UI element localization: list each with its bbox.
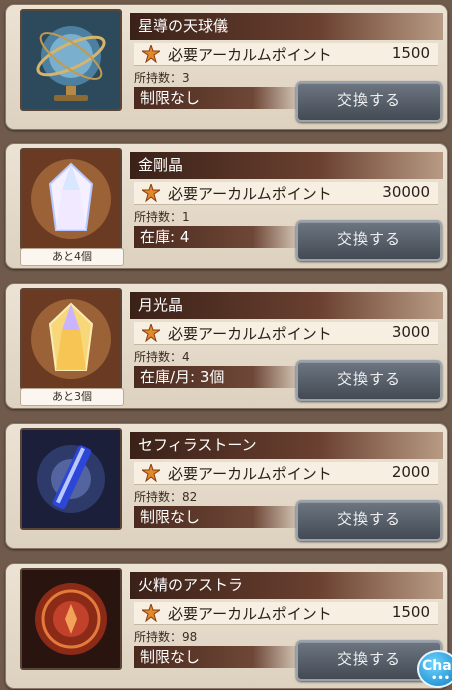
exchange-button[interactable]: 交換する	[296, 220, 442, 261]
stock-remaining-tag: あと4個	[20, 248, 124, 266]
limit-status: 制限なし	[134, 646, 304, 668]
chat-button[interactable]: Chat •••	[417, 650, 452, 688]
cost-row: 必要アーカルムポイント 1500	[134, 602, 438, 625]
item-name: 月光晶	[130, 292, 443, 319]
cost-value: 1500	[391, 603, 430, 621]
shop-item-card: あと3個 月光晶 必要アーカルムポイント 3000 所持数：4 在庫/月: 3個…	[5, 283, 448, 409]
shop-item-card: 火精のアストラ 必要アーカルムポイント 1500 所持数：98 制限なし 交換す…	[5, 563, 448, 689]
cost-value: 1500	[391, 44, 430, 62]
item-name: セフィラストーン	[130, 432, 443, 459]
cost-row: 必要アーカルムポイント 3000	[134, 322, 438, 345]
limit-status: 在庫: 4	[134, 226, 304, 248]
arcarum-point-icon	[142, 45, 160, 63]
cost-label: 必要アーカルムポイント	[168, 185, 332, 203]
exchange-button[interactable]: 交換する	[296, 81, 442, 122]
item-name: 星導の天球儀	[130, 13, 443, 40]
cost-label: 必要アーカルムポイント	[168, 605, 332, 623]
arcarum-point-icon	[142, 604, 160, 622]
cost-label: 必要アーカルムポイント	[168, 325, 332, 343]
moonlight-crystal-icon	[20, 288, 122, 390]
cost-value: 30000	[382, 183, 430, 201]
arcarum-point-icon	[142, 184, 160, 202]
chat-label: Chat	[422, 658, 452, 674]
limit-status: 制限なし	[134, 506, 304, 528]
cost-label: 必要アーカルムポイント	[168, 46, 332, 64]
diamond-crystal-icon	[20, 148, 122, 250]
owned-count: 所持数：3	[134, 71, 190, 85]
owned-count: 所持数：98	[134, 630, 198, 644]
shop-item-card: セフィラストーン 必要アーカルムポイント 2000 所持数：82 制限なし 交換…	[5, 423, 448, 549]
cost-row: 必要アーカルムポイント 2000	[134, 462, 438, 485]
celestial-globe-icon	[20, 9, 122, 111]
cost-value: 3000	[391, 323, 430, 341]
owned-count: 所持数：4	[134, 350, 190, 364]
chat-dots: •••	[431, 673, 451, 684]
exchange-button[interactable]: 交換する	[296, 500, 442, 541]
cost-label: 必要アーカルムポイント	[168, 465, 332, 483]
limit-status: 在庫/月: 3個	[134, 366, 304, 388]
owned-count: 所持数：82	[134, 490, 198, 504]
arcarum-point-icon	[142, 464, 160, 482]
fire-astra-icon	[20, 568, 122, 670]
cost-row: 必要アーカルムポイント 30000	[134, 182, 438, 205]
shop-item-card: あと4個 金剛晶 必要アーカルムポイント 30000 所持数：1 在庫: 4 交…	[5, 143, 448, 269]
limit-status: 制限なし	[134, 87, 304, 109]
stock-remaining-tag: あと3個	[20, 388, 124, 406]
owned-count: 所持数：1	[134, 210, 190, 224]
cost-value: 2000	[391, 463, 430, 481]
sephira-stone-icon	[20, 428, 122, 530]
exchange-button[interactable]: 交換する	[296, 360, 442, 401]
item-name: 火精のアストラ	[130, 572, 443, 599]
shop-item-card: 星導の天球儀 必要アーカルムポイント 1500 所持数：3 制限なし 交換する	[5, 4, 448, 130]
item-name: 金剛晶	[130, 152, 443, 179]
cost-row: 必要アーカルムポイント 1500	[134, 43, 438, 66]
arcarum-point-icon	[142, 324, 160, 342]
